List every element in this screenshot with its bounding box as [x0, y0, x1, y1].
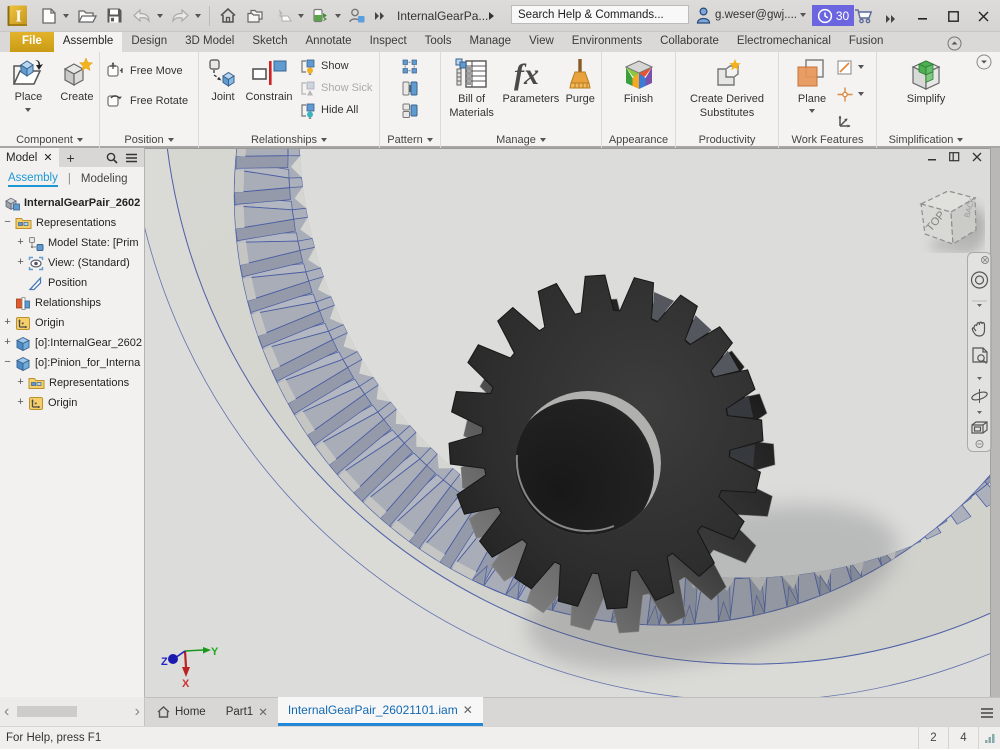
svg-text:Y: Y [211, 646, 219, 658]
svg-text:fx: fx [514, 58, 539, 91]
svg-text:I: I [15, 6, 22, 25]
svg-text:X: X [182, 678, 190, 689]
svg-text:Z: Z [161, 656, 168, 668]
